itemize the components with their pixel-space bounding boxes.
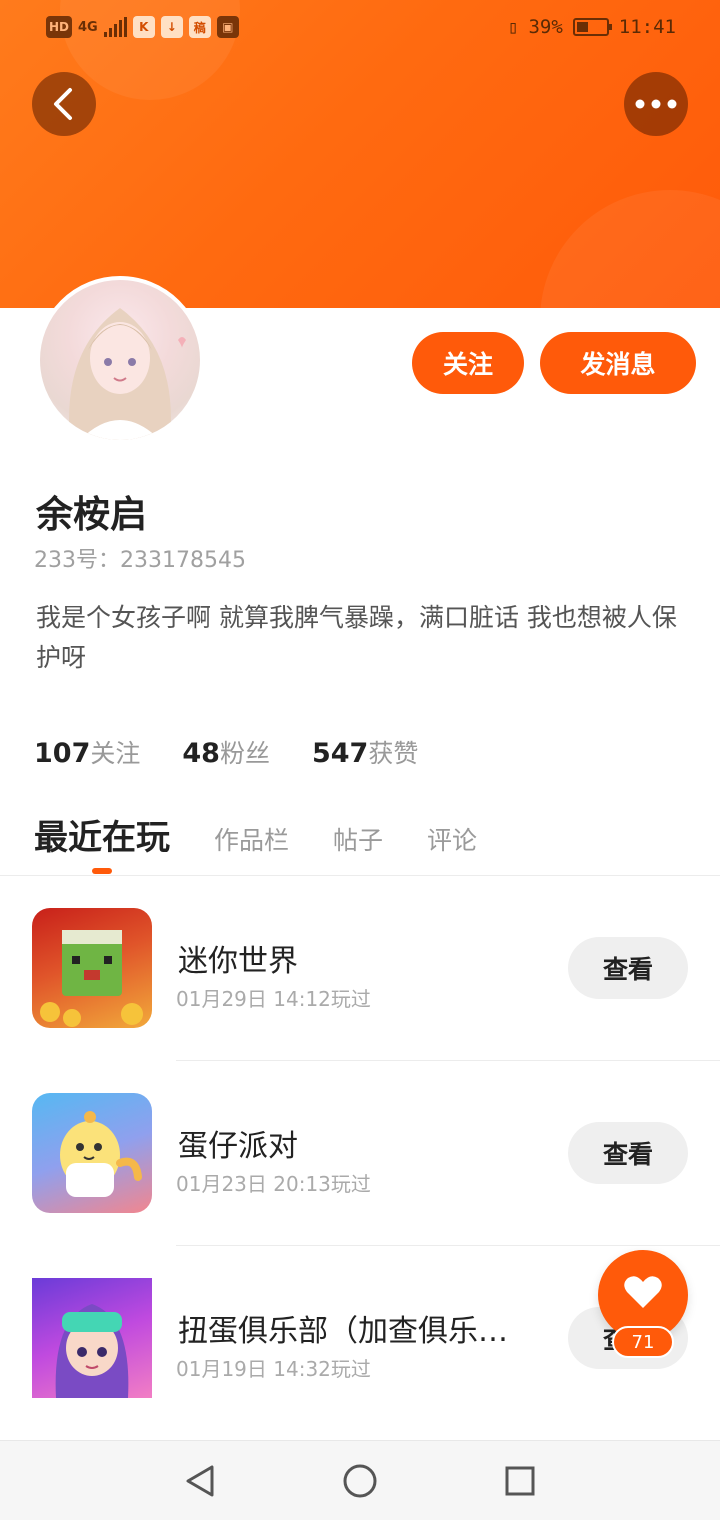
game-icon bbox=[32, 1093, 152, 1213]
status-bar-left: HD 4G K ↓ 稿 ▣ bbox=[46, 16, 239, 38]
view-game-button[interactable]: 查看 bbox=[568, 1122, 688, 1184]
avatar-illustration bbox=[69, 308, 186, 440]
stat-likes[interactable]: 547获赞 bbox=[312, 734, 418, 770]
profile-stats: 107关注 48粉丝 547获赞 bbox=[34, 734, 418, 770]
game-icon bbox=[32, 1278, 152, 1398]
stat-value: 107 bbox=[34, 738, 91, 769]
game-name: 扭蛋俱乐部（加查俱乐… bbox=[178, 1314, 508, 1349]
back-arrow-icon bbox=[54, 88, 72, 120]
stat-value: 547 bbox=[311, 738, 369, 769]
gacha-club-icon bbox=[55, 1304, 129, 1398]
tab-recently-played[interactable]: 最近在玩 bbox=[34, 810, 170, 859]
user-id: 233号：233178545 bbox=[34, 548, 246, 573]
game-played-time: 01月19日 14:32玩过 bbox=[176, 1357, 371, 1381]
tab-comments[interactable]: 评论 bbox=[427, 821, 477, 857]
game-name: 迷你世界 bbox=[178, 944, 298, 979]
mini-world-icon bbox=[40, 930, 143, 1027]
list-item[interactable]: 迷你世界 01月29日 14:12玩过 查看 bbox=[0, 876, 720, 1061]
wallet-icon: ▣ bbox=[216, 16, 239, 38]
heart-icon bbox=[624, 1276, 662, 1308]
back-button[interactable] bbox=[32, 72, 96, 136]
user-bio: 我是个女孩子啊 就算我脾气暴躁，满口脏话 我也想被人保护呀 bbox=[36, 603, 677, 672]
clock: 11:41 bbox=[618, 16, 676, 38]
game-played-time: 01月29日 14:12玩过 bbox=[176, 987, 371, 1011]
download-icon: ↓ bbox=[160, 16, 183, 38]
game-played-time: 01月23日 20:13玩过 bbox=[176, 1172, 371, 1196]
like-count-badge: 71 bbox=[612, 1326, 674, 1358]
hd-icon: HD bbox=[46, 16, 73, 38]
status-bar: HD 4G K ↓ 稿 ▣ ▯ 39% 11:41 bbox=[0, 0, 720, 56]
tab-works[interactable]: 作品栏 bbox=[214, 821, 289, 857]
stat-value: 48 bbox=[182, 738, 220, 769]
network-type-label: 4G bbox=[78, 19, 98, 35]
stat-label: 粉丝 bbox=[219, 739, 270, 768]
view-game-button[interactable]: 查看 bbox=[568, 937, 688, 999]
active-tab-indicator bbox=[92, 868, 112, 874]
nav-home-button[interactable] bbox=[340, 1461, 380, 1501]
signal-icon bbox=[103, 17, 127, 37]
status-bar-right: ▯ 39% 11:41 bbox=[508, 16, 676, 38]
follow-button[interactable]: 关注 bbox=[412, 332, 524, 394]
battery-icon bbox=[572, 18, 612, 36]
vibrate-icon: ▯ bbox=[507, 16, 519, 38]
game-name: 蛋仔派对 bbox=[178, 1129, 298, 1164]
system-navigation-bar bbox=[0, 1440, 720, 1520]
more-dots-icon bbox=[635, 99, 677, 109]
battery-percent: 39% bbox=[528, 16, 563, 38]
app-notification-icon: 稿 bbox=[188, 16, 211, 38]
nav-recents-button[interactable] bbox=[500, 1461, 540, 1501]
username: 余桉启 bbox=[36, 493, 147, 536]
stat-label: 获赞 bbox=[368, 739, 419, 768]
profile-tabs: 最近在玩 作品栏 帖子 评论 bbox=[34, 810, 477, 859]
stat-label: 关注 bbox=[90, 739, 141, 768]
app-notification-icon: K bbox=[132, 16, 155, 38]
nav-back-button[interactable] bbox=[180, 1461, 220, 1501]
list-item[interactable]: 蛋仔派对 01月23日 20:13玩过 查看 bbox=[0, 1061, 720, 1246]
eggy-party-icon bbox=[60, 1111, 142, 1197]
game-icon bbox=[32, 908, 152, 1028]
more-options-button[interactable] bbox=[624, 72, 688, 136]
stat-followers[interactable]: 48粉丝 bbox=[182, 734, 270, 770]
header-decoration bbox=[540, 190, 720, 308]
avatar[interactable] bbox=[36, 276, 204, 444]
nav-recents-icon bbox=[505, 1466, 535, 1496]
nav-back-icon bbox=[186, 1465, 214, 1497]
nav-home-icon bbox=[343, 1464, 377, 1498]
tab-posts[interactable]: 帖子 bbox=[333, 821, 383, 857]
send-message-button[interactable]: 发消息 bbox=[540, 332, 696, 394]
stat-following[interactable]: 107关注 bbox=[34, 734, 140, 770]
